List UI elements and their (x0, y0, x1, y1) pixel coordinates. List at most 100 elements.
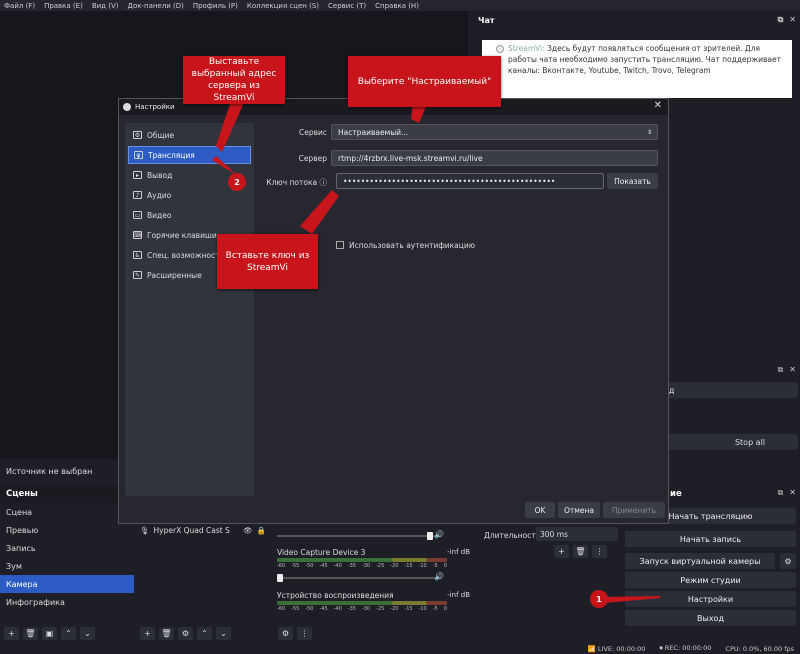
step-badge-2: 2 (228, 173, 246, 191)
menu-view[interactable]: Вид (V) (92, 2, 119, 10)
service-label: Сервис (298, 128, 327, 137)
show-key-button[interactable]: Показать (607, 173, 658, 189)
menu-help[interactable]: Справка (H) (375, 2, 419, 10)
virtual-camera-button[interactable]: Запуск виртуальной камеры (625, 553, 775, 569)
scenes-title: Сцены (0, 485, 134, 503)
microphone-icon: 🎙 (140, 525, 150, 535)
rec-status: ⏺ REC: 00:00:00 (659, 644, 712, 652)
meter-scale: -60 -55 -50 -45 -40 -35 -30 -25 -20 -15 -10 -5 0 (277, 606, 447, 612)
more-icon[interactable]: ⋮ (592, 545, 607, 558)
monitor-icon: ▭ (133, 211, 142, 219)
scenes-panel: Сцены Сцена Превью Запись Зум Камера Инф… (0, 485, 134, 643)
close-icon[interactable]: ✕ (789, 15, 796, 25)
meter-scale: -60 -55 -50 -45 -40 -35 -30 -25 -20 -15 -10 -5 0 (277, 563, 447, 569)
list-item[interactable]: Зум (0, 557, 134, 575)
live-status: 📶 LIVE: 00:00:00 (587, 644, 646, 653)
obs-logo-icon (123, 103, 131, 111)
help-icon: ⓘ (319, 178, 328, 187)
auth-checkbox-label[interactable]: Использовать аутентификацию (349, 241, 475, 250)
eye-icon[interactable]: 👁 (243, 526, 253, 535)
gear-icon[interactable]: ⚙ (278, 627, 293, 640)
slider-thumb[interactable] (427, 532, 433, 540)
controls-title: ие (670, 489, 682, 499)
list-item[interactable]: 🎙 HyperX Quad Cast S 👁 🔒 (140, 523, 266, 537)
gear-icon: ⚙ (133, 131, 142, 139)
broadcast-icon: 📶 (587, 644, 596, 653)
avatar (496, 45, 504, 53)
menu-scene-collection[interactable]: Коллекция сцен (S) (247, 2, 319, 10)
chevron-down-icon[interactable]: ⌄ (80, 627, 95, 640)
speaker-icon: ♪ (133, 191, 142, 199)
trash-icon[interactable]: 🗑 (159, 627, 174, 640)
chat-title: Чат (478, 15, 495, 25)
undock-icon[interactable]: ⧉ (778, 365, 784, 375)
menu-tools[interactable]: Сервис (T) (328, 2, 366, 10)
cancel-button[interactable]: Отмена (558, 502, 600, 518)
stream-key-input[interactable]: ••••••••••••••••••••••••••••••••••••••••… (336, 173, 604, 189)
close-icon[interactable]: ✕ (654, 100, 662, 111)
list-item-selected[interactable]: Камера (0, 575, 134, 593)
antenna-icon: ψ (134, 151, 143, 159)
gear-icon[interactable]: ⚙ (780, 553, 796, 569)
chat-sender: StreamVi: (508, 44, 545, 53)
menu-file[interactable]: Файл (F) (4, 2, 35, 10)
studio-mode-button[interactable]: Режим студии (625, 572, 796, 588)
menu-edit[interactable]: Правка (E) (44, 2, 83, 10)
menu-docks[interactable]: Док-панели (D) (127, 2, 183, 10)
output-icon: ▸ (133, 171, 142, 179)
start-record-button[interactable]: Начать запись (625, 531, 796, 547)
auth-checkbox[interactable] (336, 241, 344, 249)
undock-icon[interactable]: ⧉ (778, 15, 784, 25)
service-value: Настраиваемый... (338, 127, 409, 137)
chevron-up-icon[interactable]: ⌃ (197, 627, 212, 640)
list-item[interactable]: Запись (0, 539, 134, 557)
settings-dialog: Настройки ✕ ⚙ Общие ψ Трансляция ▸ Вывод ♪ А… (118, 98, 669, 524)
cpu-status: CPU: 0.0%, 60.00 fps (725, 644, 794, 653)
channel-db: -inf dB (447, 548, 470, 556)
callout-server: Выставьте выбранный адрес сервера из Str… (183, 56, 285, 104)
wrench-icon: ✎ (133, 271, 142, 279)
add-icon[interactable]: + (4, 627, 19, 640)
list-item[interactable]: Инфографика (0, 593, 134, 611)
server-input[interactable]: rtmp://4rzbrx.live-msk.streamvi.ru/live (331, 150, 658, 166)
callout-service: Выберите "Настраиваемый" (348, 56, 501, 107)
ok-button[interactable]: OK (525, 502, 555, 518)
step-badge-1: 1 (590, 590, 608, 608)
list-item[interactable]: Сцена (0, 503, 134, 521)
add-icon[interactable]: + (140, 627, 155, 640)
filter-icon[interactable]: ▣ (42, 627, 57, 640)
apply-button[interactable]: Применить (603, 502, 665, 518)
server-label: Сервер (298, 154, 327, 163)
channel-db: -inf dB (447, 591, 470, 599)
list-item[interactable]: Превью (0, 521, 134, 539)
source-name: HyperX Quad Cast S (153, 525, 230, 535)
chevron-down-icon[interactable]: ⌄ (216, 627, 231, 640)
gear-icon[interactable]: ⚙ (178, 627, 193, 640)
trash-icon[interactable]: 🗑 (23, 627, 38, 640)
accessibility-icon: ♿ (133, 251, 142, 259)
sidebar-item-video[interactable]: ▭ Видео (128, 206, 251, 224)
record-icon: ⏺ (659, 644, 663, 652)
more-icon[interactable]: ⋮ (297, 627, 312, 640)
keyboard-icon: ⌨ (133, 231, 142, 239)
exit-button[interactable]: Выход (625, 610, 796, 626)
volume-slider[interactable] (277, 532, 437, 540)
duration-input[interactable]: 300 ms (536, 527, 618, 541)
menu-profile[interactable]: Профиль (P) (193, 2, 238, 10)
slider-thumb[interactable] (277, 574, 283, 582)
close-icon[interactable]: ✕ (789, 488, 796, 498)
speaker-icon[interactable]: 🔊 (434, 572, 444, 581)
settings-button[interactable]: Настройки (625, 591, 796, 607)
lock-icon[interactable]: 🔒 (257, 526, 266, 535)
undock-icon[interactable]: ⧉ (778, 488, 784, 498)
dialog-title: Настройки (135, 103, 175, 111)
volume-slider[interactable] (277, 574, 437, 582)
add-icon[interactable]: + (554, 545, 569, 558)
speaker-icon[interactable]: 🔊 (434, 530, 444, 539)
trash-icon[interactable]: 🗑 (573, 545, 588, 558)
duration-label: Длительность (484, 531, 541, 540)
chevron-up-icon[interactable]: ⌃ (61, 627, 76, 640)
status-bar: 📶 LIVE: 00:00:00 ⏺ REC: 00:00:00 CPU: 0.… (0, 643, 800, 654)
service-select[interactable]: Настраиваемый... ⇕ (331, 124, 658, 140)
close-icon[interactable]: ✕ (789, 365, 796, 375)
